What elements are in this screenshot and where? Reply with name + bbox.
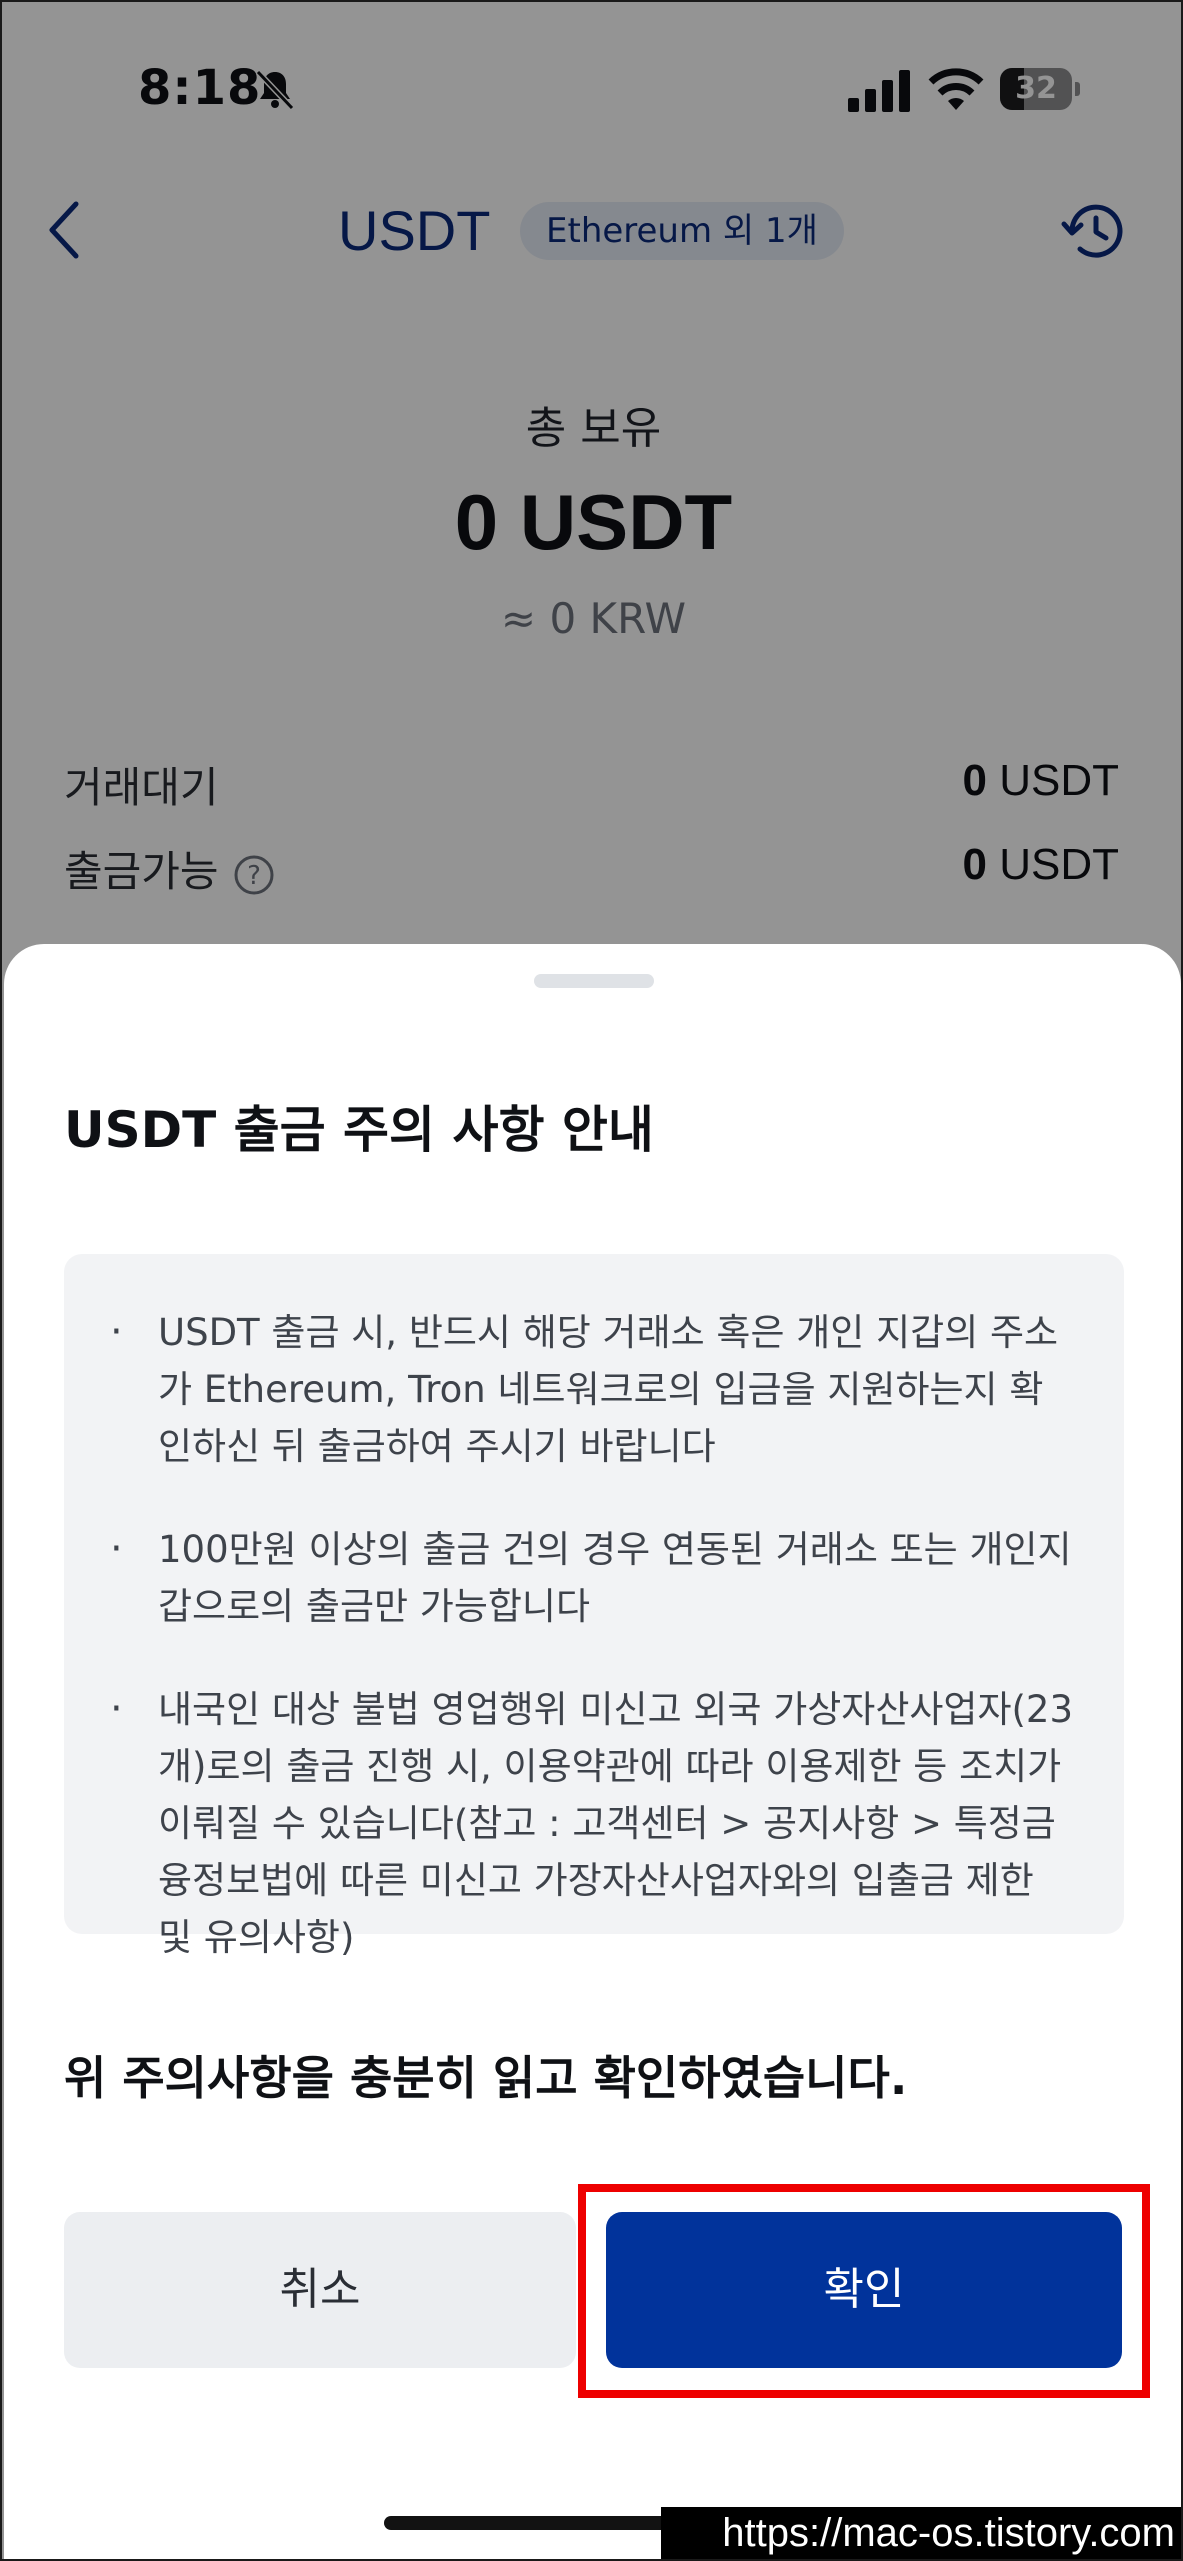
sheet-title: USDT 출금 주의 사항 안내 (64, 1101, 654, 1159)
notice-item: 내국인 대상 불법 영업행위 미신고 외국 가상자산사업자(23개)로의 출금 … (108, 1681, 1074, 1966)
notice-item: 100만원 이상의 출금 건의 경우 연동된 거래소 또는 개인지갑으로의 출금… (108, 1521, 1074, 1635)
notice-item: USDT 출금 시, 반드시 해당 거래소 혹은 개인 지갑의 주소가 Ethe… (108, 1304, 1074, 1475)
highlight-annotation (578, 2184, 1150, 2398)
withdrawal-notice-sheet: USDT 출금 주의 사항 안내 USDT 출금 시, 반드시 해당 거래소 혹… (4, 944, 1181, 2559)
acknowledge-text: 위 주의사항을 충분히 읽고 확인하였습니다. (64, 2051, 908, 2105)
cancel-button[interactable]: 취소 (64, 2212, 576, 2368)
sheet-drag-handle[interactable] (534, 974, 654, 988)
notice-box: USDT 출금 시, 반드시 해당 거래소 혹은 개인 지갑의 주소가 Ethe… (64, 1254, 1124, 1959)
watermark: https://mac-os.tistory.com (661, 2507, 1181, 2559)
app-screen: 8:18 32 USDT Ethereum 외 1개 총 보유 0 USDT ≈… (0, 0, 1183, 2561)
